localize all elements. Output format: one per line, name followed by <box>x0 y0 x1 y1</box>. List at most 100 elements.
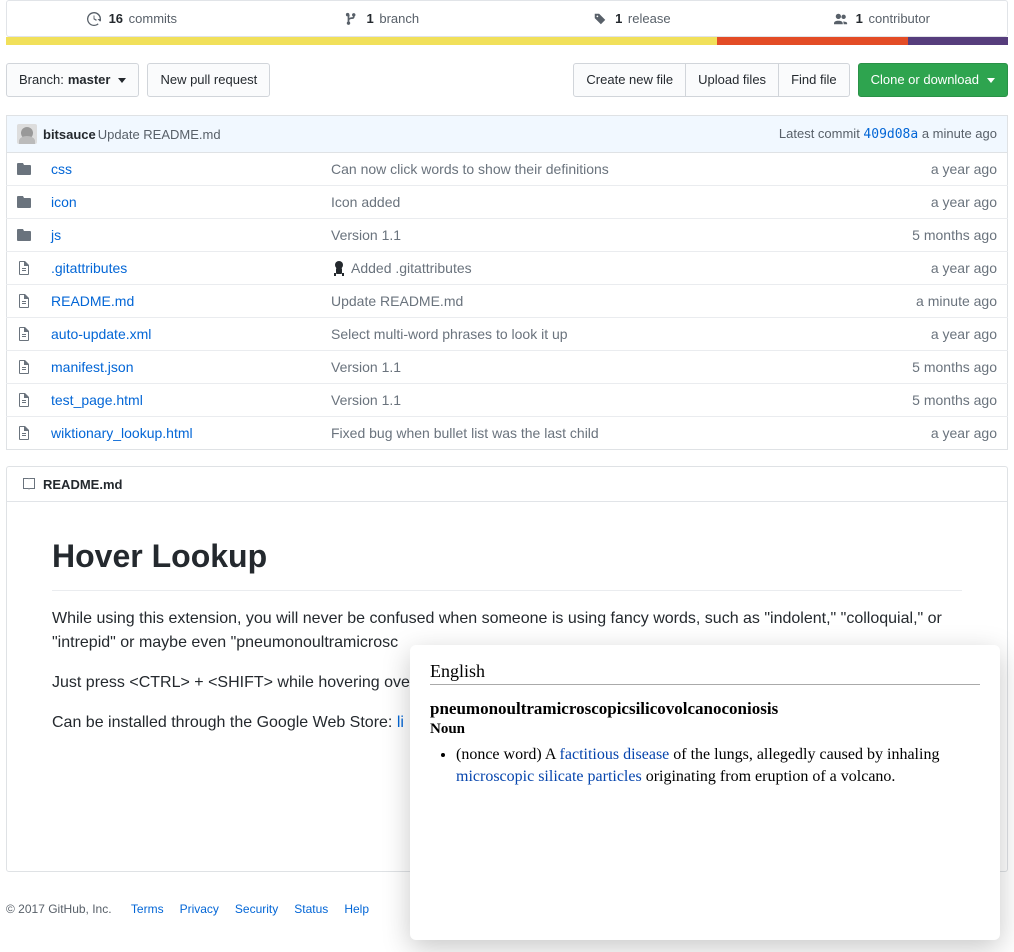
language-segment <box>908 37 1008 45</box>
readme-link[interactable]: li <box>397 714 404 731</box>
releases-count: 1 <box>615 11 622 26</box>
commit-message-cell: Added .gitattributes <box>321 252 868 285</box>
file-name-cell: auto-update.xml <box>41 318 321 351</box>
file-link[interactable]: auto-update.xml <box>51 326 151 342</box>
commit-message-link[interactable]: Can now click words to show their defini… <box>331 161 609 177</box>
stat-commits[interactable]: 16 commits <box>7 1 257 36</box>
table-row: test_page.htmlVersion 1.15 months ago <box>7 384 1008 417</box>
commits-label: commits <box>129 11 177 26</box>
table-row: manifest.json Version 1.1 5 months ago <box>7 351 1008 384</box>
branches-count: 1 <box>367 11 374 26</box>
popup-def-text: (nonce word) A <box>456 746 560 763</box>
repo-stats-bar: 16 commits 1 branch 1 release 1 contribu… <box>6 0 1008 37</box>
file-name-cell: icon <box>41 186 321 219</box>
file-link[interactable]: .gitattributes <box>51 260 127 276</box>
book-icon <box>21 476 37 492</box>
commit-message-cell: Can now click words to show their defini… <box>321 153 868 186</box>
file-icon <box>7 351 42 384</box>
popup-definition: (nonce word) A factitious disease of the… <box>456 744 980 787</box>
author-avatar[interactable] <box>17 124 37 144</box>
file-age: a year ago <box>868 153 1008 186</box>
latest-commit-banner: bitsauce Update README.md Latest commit … <box>6 115 1008 152</box>
contributors-label: contributor <box>869 11 930 26</box>
folder-icon <box>7 219 42 252</box>
language-segment <box>717 37 907 45</box>
commit-message-link[interactable]: Select multi-word phrases to look it up <box>331 326 568 342</box>
file-name-cell: wiktionary_lookup.html <box>41 417 321 450</box>
commit-message-link[interactable]: Fixed bug when bullet list was the last … <box>331 425 599 441</box>
file-age: 5 months ago <box>868 219 1008 252</box>
create-new-file-button[interactable]: Create new file <box>573 63 686 97</box>
popup-def-link[interactable]: factitious disease <box>560 746 670 763</box>
branch-select-button[interactable]: Branch: master <box>6 63 139 97</box>
commit-message-link[interactable]: Version 1.1 <box>331 392 401 408</box>
commit-meta: Latest commit 409d08a a minute ago <box>779 126 997 142</box>
file-age: a year ago <box>868 252 1008 285</box>
footer-link-security[interactable]: Security <box>235 902 278 916</box>
clone-label: Clone or download <box>871 70 979 90</box>
latest-commit-label: Latest commit <box>779 126 864 141</box>
commit-message-link[interactable]: Update README.md <box>331 293 463 309</box>
popup-headword: pneumonoultramicroscopicsilicovolcanocon… <box>430 699 980 719</box>
branch-icon <box>345 12 359 26</box>
commit-message-link[interactable]: Added .gitattributes <box>351 260 472 276</box>
commits-count: 16 <box>109 11 123 26</box>
commit-message-link[interactable]: Version 1.1 <box>331 359 401 375</box>
file-link[interactable]: wiktionary_lookup.html <box>51 425 193 441</box>
new-pull-request-button[interactable]: New pull request <box>147 63 270 97</box>
table-row: .gitattributes Added .gitattributes a year… <box>7 252 1008 285</box>
file-age: a year ago <box>868 186 1008 219</box>
file-list-table: css Can now click words to show their def… <box>6 152 1008 450</box>
branches-label: branch <box>379 11 419 26</box>
repo-toolbar: Branch: master New pull request Create n… <box>6 63 1008 97</box>
commit-message-cell: Version 1.1 <box>321 351 868 384</box>
upload-files-button[interactable]: Upload files <box>685 63 779 97</box>
commit-author-link[interactable]: bitsauce <box>43 127 96 142</box>
table-row: css Can now click words to show their def… <box>7 153 1008 186</box>
commit-message-link[interactable]: Icon added <box>331 194 400 210</box>
commit-message-link[interactable]: Update README.md <box>98 127 221 142</box>
table-row: icon Icon added a year ago <box>7 186 1008 219</box>
stat-branches[interactable]: 1 branch <box>257 1 507 36</box>
file-age: 5 months ago <box>868 351 1008 384</box>
commit-sha-link[interactable]: 409d08a <box>863 127 918 142</box>
stat-contributors[interactable]: 1 contributor <box>757 1 1007 36</box>
footer-link-privacy[interactable]: Privacy <box>180 902 219 916</box>
find-file-button[interactable]: Find file <box>778 63 850 97</box>
file-link[interactable]: css <box>51 161 72 177</box>
table-row: js Version 1.1 5 months ago <box>7 219 1008 252</box>
stat-releases[interactable]: 1 release <box>507 1 757 36</box>
file-age: a year ago <box>868 417 1008 450</box>
contributors-count: 1 <box>856 11 863 26</box>
commit-message-link[interactable]: Version 1.1 <box>331 227 401 243</box>
language-bar[interactable] <box>6 37 1008 45</box>
file-link[interactable]: manifest.json <box>51 359 133 375</box>
folder-icon <box>7 186 42 219</box>
file-actions-group: Create new file Upload files Find file <box>573 63 849 97</box>
file-link[interactable]: js <box>51 227 61 243</box>
commit-message-cell: Version 1.1 <box>321 219 868 252</box>
file-link[interactable]: icon <box>51 194 77 210</box>
chevron-down-icon <box>987 78 995 83</box>
file-icon <box>7 318 42 351</box>
file-icon <box>7 384 42 417</box>
folder-icon <box>7 153 42 186</box>
footer-link-help[interactable]: Help <box>344 902 369 916</box>
file-link[interactable]: README.md <box>51 293 134 309</box>
clone-download-button[interactable]: Clone or download <box>858 63 1008 97</box>
file-link[interactable]: test_page.html <box>51 392 143 408</box>
file-age: a year ago <box>868 318 1008 351</box>
popup-def-link[interactable]: microscopic silicate particles <box>456 768 642 785</box>
table-row: wiktionary_lookup.html Fixed bug when bul… <box>7 417 1008 450</box>
tag-icon <box>593 12 607 26</box>
footer-link-status[interactable]: Status <box>294 902 328 916</box>
footer-link-terms[interactable]: Terms <box>131 902 164 916</box>
file-name-cell: manifest.json <box>41 351 321 384</box>
commit-message-cell: Update README.md <box>321 285 868 318</box>
commit-time: a minute ago <box>918 126 997 141</box>
table-row: auto-update.xml Select multi-word phrases… <box>7 318 1008 351</box>
file-age: a minute ago <box>868 285 1008 318</box>
footer-copyright: © 2017 GitHub, Inc. <box>6 902 112 916</box>
branch-prefix: Branch: <box>19 70 64 90</box>
people-icon <box>834 12 848 26</box>
